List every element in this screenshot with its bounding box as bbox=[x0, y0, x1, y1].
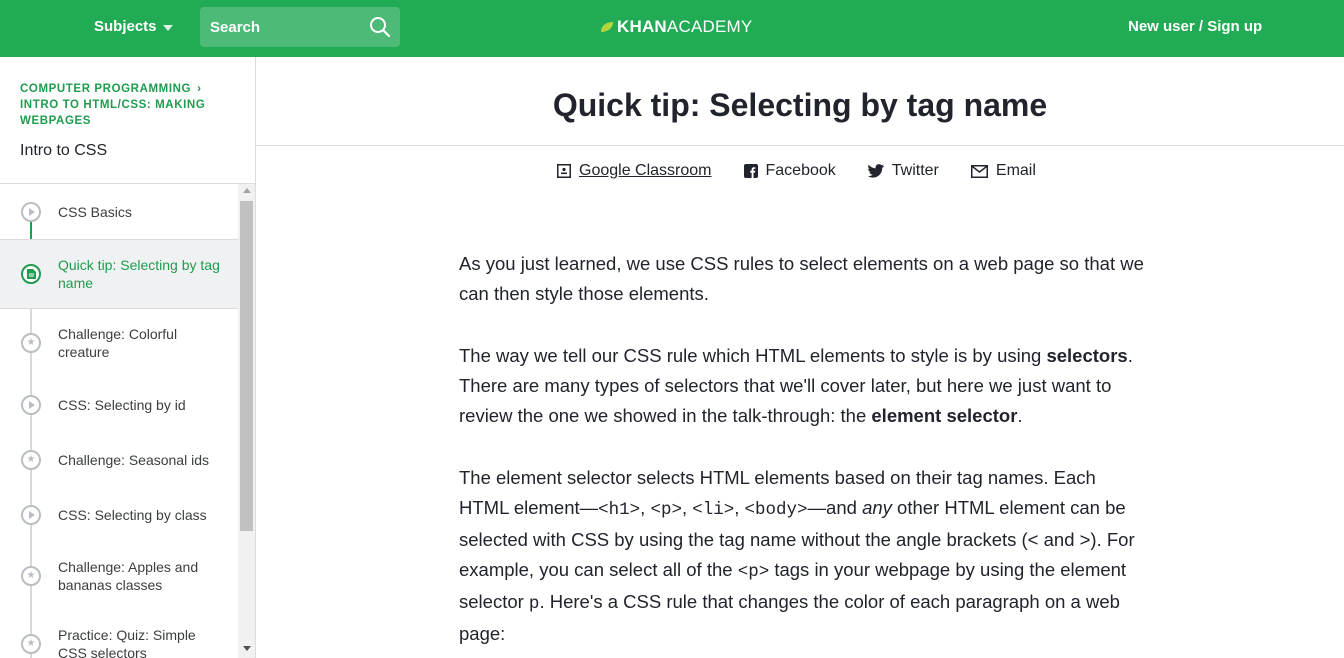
facebook-label: Facebook bbox=[765, 162, 836, 179]
email-label: Email bbox=[995, 162, 1036, 179]
subjects-label: Subjects bbox=[94, 18, 157, 35]
lesson-item-selecting-by-class[interactable]: CSS: Selecting by class bbox=[0, 487, 238, 542]
sidebar: COMPUTER PROGRAMMING › INTRO TO HTML/CSS:… bbox=[0, 57, 256, 658]
article-icon bbox=[21, 264, 41, 284]
inline-code: p bbox=[528, 594, 540, 614]
chevron-right-icon: › bbox=[197, 83, 202, 95]
subjects-menu-button[interactable]: Subjects bbox=[94, 18, 173, 35]
email-icon bbox=[970, 164, 988, 178]
inline-code: <p> bbox=[650, 500, 682, 520]
video-play-icon bbox=[21, 394, 41, 415]
lesson-item-label: Practice: Quiz: Simple CSS selectors bbox=[58, 627, 196, 658]
google-classroom-icon bbox=[557, 164, 571, 178]
google-classroom-label: Google Classroom bbox=[579, 162, 712, 179]
twitter-label: Twitter bbox=[891, 162, 939, 179]
share-facebook-button[interactable]: Facebook bbox=[743, 162, 836, 180]
lesson-item-selecting-by-id[interactable]: CSS: Selecting by id bbox=[0, 377, 238, 432]
facebook-icon bbox=[743, 164, 758, 178]
lesson-item-quick-tip[interactable]: Quick tip: Selecting by tag name bbox=[0, 239, 238, 309]
lesson-item-label: Quick tip: Selecting by tag name bbox=[58, 257, 220, 291]
breadcrumb-intro-html-css[interactable]: INTRO TO HTML/CSS: MAKING WEBPAGES bbox=[20, 99, 205, 127]
star-icon: ★ bbox=[21, 333, 41, 353]
logo-text-light: ACADEMY bbox=[666, 17, 753, 36]
lesson-item-label: Challenge: Apples and bananas classes bbox=[58, 559, 199, 593]
caret-down-icon bbox=[162, 24, 173, 31]
paragraph: The element selector selects HTML elemen… bbox=[459, 467, 1135, 644]
leaf-icon bbox=[601, 22, 613, 32]
share-bar: Google Classroom Facebook Twitter Email bbox=[557, 162, 1036, 180]
bold-term: element selector bbox=[871, 405, 1018, 426]
inline-code: <h1> bbox=[598, 500, 641, 520]
inline-code: <p> bbox=[737, 562, 770, 582]
italic-term: any bbox=[862, 497, 892, 518]
divider bbox=[256, 145, 1344, 146]
lesson-item-label: Challenge: Colorful creature bbox=[58, 326, 178, 360]
star-icon: ★ bbox=[21, 449, 41, 470]
sidebar-scrollbar[interactable] bbox=[238, 184, 255, 658]
inline-code: <body> bbox=[744, 500, 808, 520]
star-icon: ★ bbox=[21, 566, 41, 586]
lesson-item-apples-bananas[interactable]: ★ Challenge: Apples and bananas classes bbox=[0, 542, 238, 610]
lesson-item-label: Challenge: Seasonal ids bbox=[58, 451, 209, 468]
share-google-classroom-button[interactable]: Google Classroom bbox=[557, 162, 712, 180]
lesson-item-css-basics[interactable]: CSS Basics bbox=[0, 184, 238, 239]
scroll-up-arrow-icon[interactable] bbox=[243, 188, 251, 193]
lesson-item-quiz-simple-selectors[interactable]: ★ Practice: Quiz: Simple CSS selectors bbox=[0, 610, 238, 658]
search-icon[interactable] bbox=[369, 16, 391, 38]
breadcrumb: COMPUTER PROGRAMMING › INTRO TO HTML/CSS:… bbox=[20, 81, 230, 129]
scrollbar-thumb[interactable] bbox=[240, 201, 253, 531]
lesson-item-seasonal-ids[interactable]: ★ Challenge: Seasonal ids bbox=[0, 432, 238, 487]
twitter-icon bbox=[867, 164, 884, 178]
video-play-icon bbox=[21, 504, 41, 525]
article-body: As you just learned, we use CSS rules to… bbox=[459, 249, 1149, 658]
share-twitter-button[interactable]: Twitter bbox=[867, 162, 939, 180]
scroll-down-arrow-icon[interactable] bbox=[243, 646, 251, 651]
unit-title: Intro to CSS bbox=[20, 142, 108, 159]
paragraph: As you just learned, we use CSS rules to… bbox=[459, 253, 1144, 304]
lesson-item-label: CSS Basics bbox=[58, 203, 132, 220]
lesson-item-label: CSS: Selecting by class bbox=[58, 506, 207, 523]
paragraph: The way we tell our CSS rule which HTML … bbox=[459, 345, 1133, 426]
logo-text-bold: KHAN bbox=[617, 17, 667, 36]
top-nav-bar: Subjects KHANACADEMY New user / Sign up bbox=[0, 0, 1344, 57]
star-icon: ★ bbox=[21, 634, 41, 654]
bold-term: selectors bbox=[1046, 345, 1128, 366]
lesson-list: CSS Basics Quick tip: Selecting by tag n… bbox=[0, 184, 238, 658]
khan-academy-logo[interactable]: KHAN ACADEMY bbox=[600, 17, 752, 37]
breadcrumb-computer-programming[interactable]: COMPUTER PROGRAMMING bbox=[20, 83, 191, 95]
signup-link[interactable]: New user / Sign up bbox=[1128, 18, 1262, 35]
inline-code: <li> bbox=[692, 500, 735, 520]
search-input[interactable] bbox=[210, 7, 360, 47]
lesson-item-colorful-creature[interactable]: ★ Challenge: Colorful creature bbox=[0, 309, 238, 377]
video-play-icon bbox=[21, 201, 41, 222]
page-title: Quick tip: Selecting by tag name bbox=[552, 87, 1048, 123]
share-email-button[interactable]: Email bbox=[970, 162, 1036, 180]
lesson-item-label: CSS: Selecting by id bbox=[58, 396, 186, 413]
